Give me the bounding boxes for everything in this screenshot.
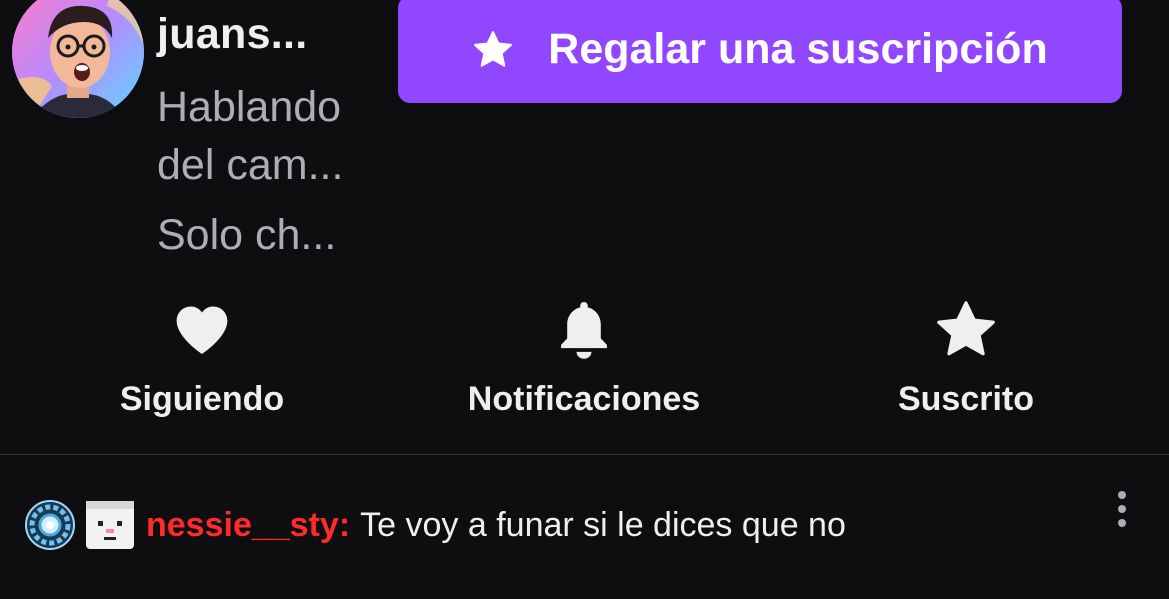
more-vertical-icon[interactable] bbox=[1104, 486, 1140, 534]
star-icon bbox=[474, 30, 513, 67]
notifications-label: Notificaciones bbox=[467, 380, 701, 418]
subscribed-label: Suscrito bbox=[897, 380, 1035, 418]
gift-subscription-button[interactable]: Regalar una suscripción bbox=[398, 0, 1122, 103]
avatar-illustration bbox=[12, 0, 144, 118]
chat-username[interactable]: nessie__sty bbox=[146, 506, 339, 545]
star-icon bbox=[937, 301, 995, 356]
chat-message-text: Te voy a funar si le dices que no bbox=[360, 505, 846, 544]
gift-subscription-label: Regalar una suscripción bbox=[548, 25, 1048, 73]
stream-title: Hablando del cam... bbox=[157, 78, 397, 194]
subscribed-button[interactable]: Suscrito bbox=[816, 298, 1116, 419]
chat-message[interactable]: nessie__sty: Te voy a funar si le dices … bbox=[24, 498, 846, 552]
stream-category[interactable]: Solo ch... bbox=[157, 208, 336, 262]
bell-icon bbox=[561, 302, 607, 359]
arc-reactor-badge-icon[interactable] bbox=[24, 499, 76, 551]
stream-title-line: del cam... bbox=[157, 141, 344, 189]
chat-username-colon: : bbox=[338, 505, 351, 544]
pixel-face-badge-icon[interactable] bbox=[84, 499, 136, 551]
section-divider bbox=[0, 454, 1169, 455]
channel-name[interactable]: juans... bbox=[157, 10, 308, 59]
following-button[interactable]: Siguiendo bbox=[52, 298, 352, 419]
streamer-avatar[interactable] bbox=[12, 0, 144, 118]
heart-icon bbox=[176, 306, 228, 354]
stream-title-line: Hablando bbox=[157, 83, 342, 131]
following-label: Siguiendo bbox=[119, 380, 285, 418]
notifications-button[interactable]: Notificaciones bbox=[434, 298, 734, 419]
